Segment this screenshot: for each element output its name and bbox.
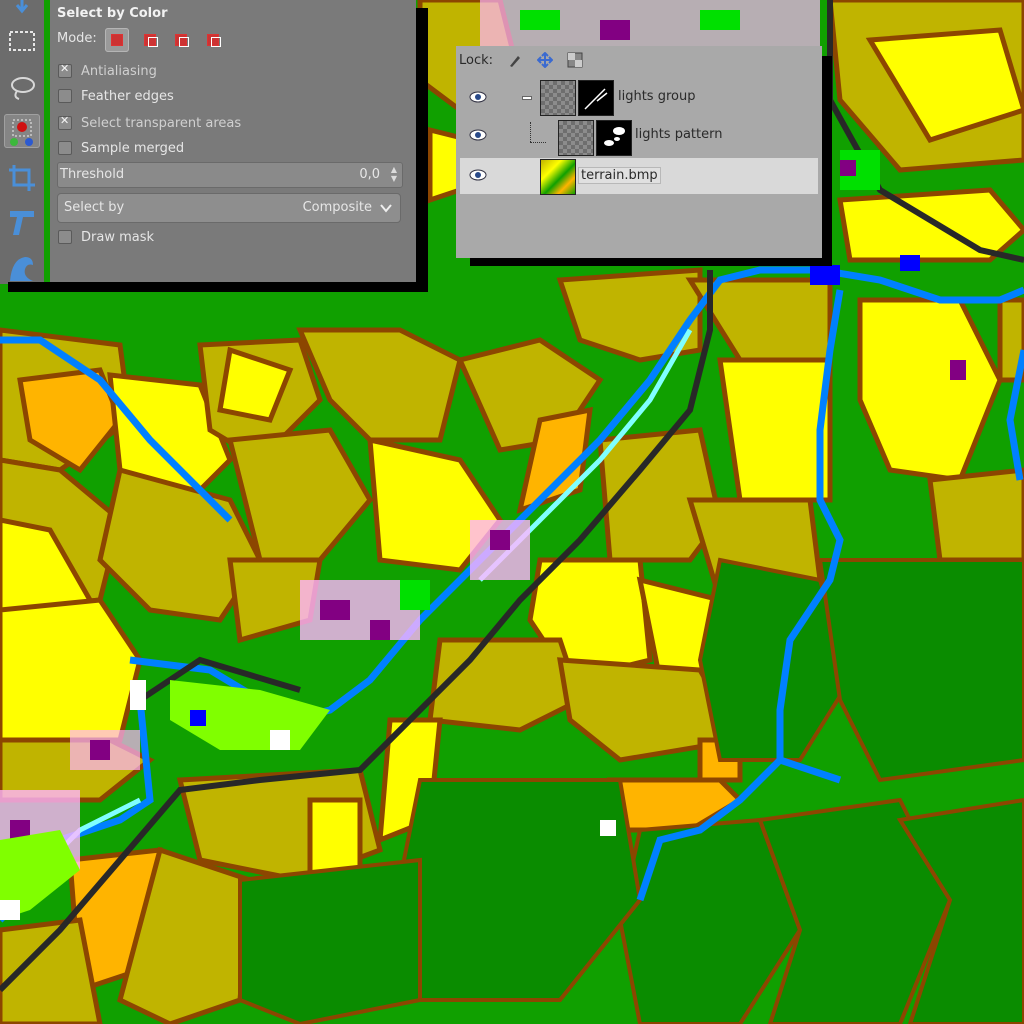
draw-mask-checkbox[interactable]: [58, 230, 72, 244]
feather-edges-checkbox[interactable]: [58, 89, 72, 103]
warp-icon: [10, 257, 33, 281]
lasso-icon: [11, 77, 35, 100]
eye-icon[interactable]: [468, 128, 488, 142]
warp-tool[interactable]: [4, 248, 40, 282]
layer-name[interactable]: terrain.bmp: [578, 167, 661, 184]
antialiasing-option[interactable]: Antialiasing: [58, 61, 157, 81]
layer-mask-thumbnail: [578, 80, 614, 116]
layer-thumbnail: [540, 80, 576, 116]
sample-merged-option[interactable]: Sample merged: [58, 138, 184, 158]
antialiasing-label: Antialiasing: [81, 63, 157, 79]
select-transparent-checkbox[interactable]: [58, 114, 72, 130]
select-by-label: Select by: [64, 200, 125, 215]
panel-shadow: [416, 8, 428, 292]
feather-edges-label: Feather edges: [81, 88, 174, 104]
crop-tool[interactable]: [4, 160, 40, 194]
mode-label: Mode:: [57, 31, 97, 46]
layer-thumbnail: [558, 120, 594, 156]
threshold-label: Threshold: [60, 167, 125, 182]
select-by-value: Composite: [302, 200, 372, 215]
move-icon: [15, 0, 29, 14]
select-transparent-label: Select transparent areas: [81, 115, 242, 131]
feather-edges-option[interactable]: Feather edges: [58, 86, 174, 106]
select-by-dropdown[interactable]: Select by Composite: [57, 193, 401, 223]
layer-name: lights pattern: [635, 127, 723, 142]
threshold-value: 0,0: [359, 167, 380, 182]
lock-alpha-icon[interactable]: [567, 52, 583, 68]
layer-row-terrain[interactable]: terrain.bmp: [460, 158, 818, 195]
sample-merged-checkbox[interactable]: [58, 141, 72, 155]
mode-intersect-button[interactable]: [201, 28, 225, 52]
collapse-toggle-icon[interactable]: [522, 96, 532, 100]
tree-line: [530, 142, 546, 144]
unified-transform-tool[interactable]: [4, 204, 40, 238]
layer-name: lights group: [618, 89, 696, 104]
mode-add-button[interactable]: [138, 28, 162, 52]
threshold-spinner[interactable]: ▲ ▼: [388, 165, 400, 183]
layer-row-lights-group[interactable]: lights group: [460, 80, 818, 116]
tool-options-title: Select by Color: [57, 6, 168, 21]
select-by-color-icon: [10, 119, 33, 146]
select-transparent-option[interactable]: Select transparent areas: [58, 113, 241, 133]
rect-select-icon: [9, 31, 35, 51]
crop-icon: [9, 165, 35, 191]
layer-mask-thumbnail: [596, 120, 632, 156]
draw-mask-label: Draw mask: [81, 229, 155, 245]
eye-icon[interactable]: [468, 90, 488, 104]
lock-pixels-icon[interactable]: [507, 52, 523, 68]
layer-thumbnail: [540, 159, 576, 195]
draw-mask-option[interactable]: Draw mask: [58, 227, 154, 247]
antialiasing-checkbox[interactable]: [58, 62, 72, 78]
transform-icon: [10, 211, 34, 235]
mode-subtract-button[interactable]: [169, 28, 193, 52]
panel-shadow: [8, 282, 428, 292]
tree-line: [530, 122, 532, 142]
layer-row-lights-pattern[interactable]: lights pattern: [460, 118, 818, 156]
toolbox: [0, 0, 44, 284]
lock-label: Lock:: [459, 52, 494, 68]
chevron-down-icon: [380, 204, 392, 213]
sample-merged-label: Sample merged: [81, 140, 185, 156]
select-by-color-tool[interactable]: [4, 114, 40, 148]
move-tool[interactable]: [4, 0, 40, 20]
lock-position-icon[interactable]: [537, 52, 554, 68]
eye-icon[interactable]: [468, 168, 488, 182]
panel-shadow: [470, 258, 832, 266]
rect-select-tool[interactable]: [4, 24, 40, 58]
tool-options-panel: Select by Color Mode: Antialiasing Feath…: [50, 0, 416, 282]
mode-replace-button[interactable]: [105, 28, 129, 52]
panel-shadow: [822, 56, 832, 266]
layers-panel: Lock: lights group lights pattern terrai…: [456, 46, 822, 258]
threshold-slider[interactable]: Threshold 0,0 ▲ ▼: [57, 162, 403, 188]
lock-row: Lock:: [459, 52, 583, 68]
free-select-tool[interactable]: [4, 70, 40, 104]
